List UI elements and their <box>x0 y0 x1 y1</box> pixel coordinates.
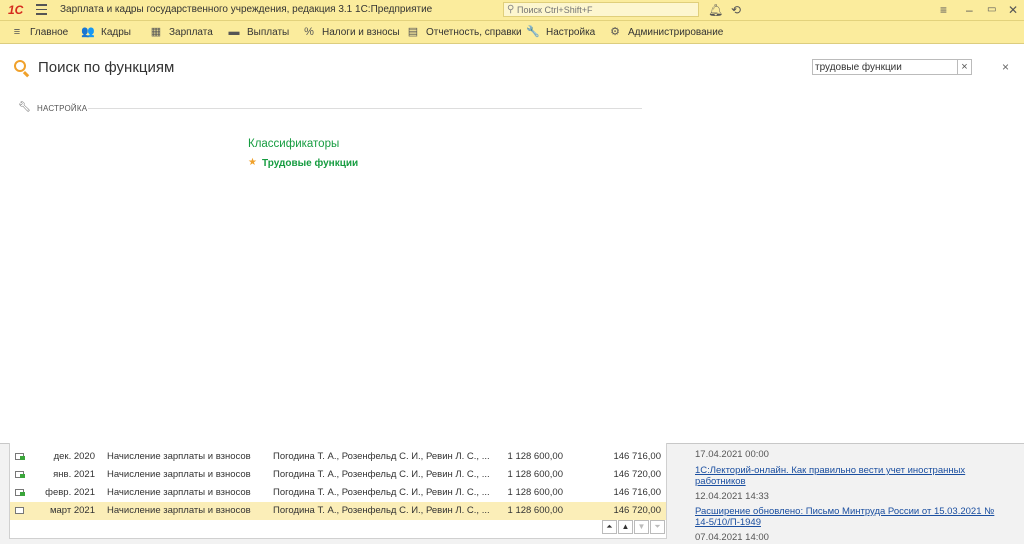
global-search-input[interactable] <box>517 4 695 15</box>
menu-item-hr[interactable]: 👥 Кадры <box>81 21 131 43</box>
table-row-selected[interactable]: март 2021 Начисление зарплаты и взносов … <box>10 502 666 520</box>
menu-item-settings[interactable]: 🔧 Настройка <box>526 21 595 43</box>
menu-item-label: Администрирование <box>628 27 724 38</box>
scroll-last-icon[interactable]: ⏷ <box>650 520 665 534</box>
section-menu: ≡ Главное 👥 Кадры ▦ Зарплата ▬ Выплаты % Нало… <box>0 21 1024 44</box>
history-icon[interactable]: ⟲ <box>731 3 741 17</box>
menu-item-administration[interactable]: ⚙ Администрирование <box>608 21 723 43</box>
cell-amount: 1 128 600,00 <box>507 451 563 462</box>
group-title: Классификаторы <box>248 138 340 150</box>
title-bar: 1С Зарплата и кадры государственного учр… <box>0 0 1024 21</box>
wrench-icon: 🔧︎ <box>18 102 31 113</box>
menu-item-label: Зарплата <box>169 27 213 38</box>
card-icon: ▬ <box>228 26 240 38</box>
news-link[interactable]: 1С:Лекторий-онлайн. Как правильно вести … <box>695 465 995 487</box>
app-title: Зарплата и кадры государственного учрежд… <box>60 4 433 15</box>
menu-item-main[interactable]: ≡ Главное <box>10 21 68 43</box>
cell-contributions: 146 716,00 <box>613 451 661 462</box>
cell-amount: 1 128 600,00 <box>507 487 563 498</box>
scroll-first-icon[interactable]: ⏶ <box>602 520 617 534</box>
table-row[interactable]: янв. 2021 Начисление зарплаты и взносов … <box>10 466 666 484</box>
gear-icon: ⚙ <box>610 26 620 38</box>
cell-amount: 1 128 600,00 <box>507 505 563 516</box>
people-icon: 👥 <box>81 26 95 38</box>
cell-period: янв. 2021 <box>53 469 95 480</box>
table-row[interactable]: дек. 2020 Начисление зарплаты и взносов … <box>10 448 666 466</box>
menu-item-label: Отчетность, справки <box>426 27 522 38</box>
section-divider <box>88 108 642 109</box>
news-pane: 17.04.2021 00:00 1С:Лекторий-онлайн. Как… <box>683 443 1024 544</box>
cell-contributions: 146 716,00 <box>613 487 661 498</box>
document-posted-icon <box>15 471 25 478</box>
cell-period: дек. 2020 <box>53 451 95 462</box>
minimize-icon[interactable]: – <box>966 3 973 17</box>
menu-item-label: Кадры <box>101 27 131 38</box>
menu-lines-icon: ≡ <box>13 26 21 38</box>
menu-item-label: Настройка <box>546 27 596 38</box>
cell-contributions: 146 720,00 <box>613 469 661 480</box>
cell-period: февр. 2021 <box>45 487 95 498</box>
cell-period: март 2021 <box>49 505 95 516</box>
function-search-input[interactable] <box>812 59 958 75</box>
menu-item-label: Главное <box>30 27 69 38</box>
news-date: 07.04.2021 14:00 <box>695 532 769 543</box>
document-posted-icon <box>15 489 25 496</box>
bell-icon[interactable]: 🔔︎ <box>708 3 723 17</box>
wrench-icon: 🔧 <box>526 26 540 38</box>
cell-employees: Погодина Т. А., Розенфельд С. И., Ревин … <box>273 505 490 516</box>
cell-employees: Погодина Т. А., Розенфельд С. И., Ревин … <box>273 487 490 498</box>
table-row[interactable]: февр. 2021 Начисление зарплаты и взносов… <box>10 484 666 502</box>
news-link[interactable]: Расширение обновлено: Письмо Минтруда Ро… <box>695 506 995 528</box>
document-icon <box>15 507 24 514</box>
document-list: дек. 2020 Начисление зарплаты и взносов … <box>9 443 667 539</box>
maximize-icon[interactable]: ▭ <box>987 3 996 17</box>
menu-item-salary[interactable]: ▦ Зарплата <box>149 21 213 43</box>
cell-type: Начисление зарплаты и взносов <box>107 487 251 498</box>
search-icon: ⚲ <box>507 4 515 15</box>
news-date: 17.04.2021 00:00 <box>695 449 769 460</box>
menu-item-payments[interactable]: ▬ Выплаты <box>227 21 290 43</box>
function-search-panel: Поиск по функциям × × 🔧︎ НАСТРОЙКА Класс… <box>0 44 1024 444</box>
search-result-link[interactable]: Трудовые функции <box>262 158 358 169</box>
main-menu-icon[interactable] <box>36 4 47 15</box>
panel-title: Поиск по функциям <box>38 59 175 76</box>
news-date: 12.04.2021 14:33 <box>695 491 769 502</box>
menu-item-label: Налоги и взносы <box>322 27 400 38</box>
menu-item-taxes[interactable]: % Налоги и взносы <box>302 21 400 43</box>
cell-type: Начисление зарплаты и взносов <box>107 469 251 480</box>
scroll-up-icon[interactable]: ▲ <box>618 520 633 534</box>
app-logo: 1С <box>8 3 24 17</box>
menu-item-reports[interactable]: ▤ Отчетность, справки <box>406 21 522 43</box>
cell-employees: Погодина Т. А., Розенфельд С. И., Ревин … <box>273 469 490 480</box>
cell-type: Начисление зарплаты и взносов <box>107 505 251 516</box>
menu-item-label: Выплаты <box>247 27 290 38</box>
section-label: НАСТРОЙКА <box>37 104 88 113</box>
cell-employees: Погодина Т. А., Розенфельд С. И., Ревин … <box>273 451 490 462</box>
settings-menu-icon[interactable]: ≡ <box>940 3 947 17</box>
cell-contributions: 146 720,00 <box>613 505 661 516</box>
magnifier-icon <box>14 60 26 72</box>
close-panel-icon[interactable]: × <box>1002 60 1009 74</box>
report-icon: ▤ <box>407 26 419 38</box>
document-posted-icon <box>15 453 25 460</box>
cell-amount: 1 128 600,00 <box>507 469 563 480</box>
calculator-icon: ▦ <box>150 26 162 38</box>
percent-icon: % <box>304 26 314 38</box>
cell-type: Начисление зарплаты и взносов <box>107 451 251 462</box>
clear-search-icon[interactable]: × <box>958 59 972 75</box>
close-window-icon[interactable]: ✕ <box>1008 3 1018 17</box>
global-search[interactable]: ⚲ <box>503 2 699 17</box>
favorite-star-icon[interactable]: ★ <box>248 157 257 168</box>
scroll-down-icon[interactable]: ▼ <box>634 520 649 534</box>
